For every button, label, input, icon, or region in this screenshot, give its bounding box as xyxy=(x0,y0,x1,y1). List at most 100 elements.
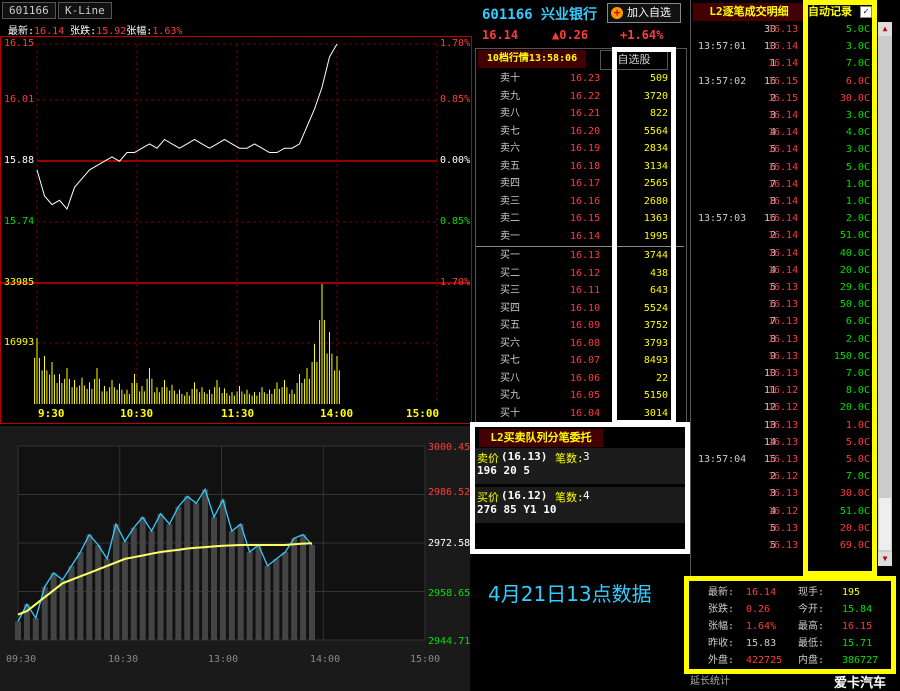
bid-price: 16.06 xyxy=(570,372,601,384)
ask-price: 16.23 xyxy=(570,73,601,84)
bid-price: 16.04 xyxy=(570,407,601,419)
tick-time: 13:57:03 xyxy=(698,213,747,225)
add-watchlist-button[interactable]: + 加入自选 xyxy=(607,3,681,23)
ask-price: 16.19 xyxy=(570,143,601,154)
tab-stock-code[interactable]: 601166 xyxy=(2,2,56,19)
tick-price: 16.15 xyxy=(768,92,799,104)
ask-level: 卖二 xyxy=(500,213,520,224)
bid-price: 16.12 xyxy=(570,267,601,279)
volume-axis-label: 33985 xyxy=(4,277,35,288)
ask-price: 16.22 xyxy=(570,90,601,102)
ask-level: 卖一 xyxy=(500,230,520,242)
tick-price: 16.13 xyxy=(768,522,799,534)
tick-price: 16.13 xyxy=(768,368,799,379)
summary-label: 内盘: xyxy=(798,655,825,666)
bid-price: 16.08 xyxy=(570,337,601,349)
scroll-down-icon[interactable]: ▼ xyxy=(878,552,892,566)
tick-price: 16.15 xyxy=(768,75,799,87)
buy-queue-row: 买价 (16.12) 笔数: 4 276 85 Y1 10 xyxy=(475,487,685,523)
ask-level: 卖八 xyxy=(500,108,520,119)
ask-level: 卖六 xyxy=(500,143,520,154)
bid-level: 买五 xyxy=(500,320,520,331)
scroll-thumb[interactable] xyxy=(879,498,891,550)
ask-level: 卖五 xyxy=(500,160,520,172)
ask-level: 卖七 xyxy=(500,125,520,137)
bid-price: 16.10 xyxy=(570,302,601,314)
summary-value: 0.26 xyxy=(746,604,771,615)
bid-level: 买八 xyxy=(500,372,520,384)
data-caption: 4月21日13点数据 xyxy=(488,582,652,606)
summary-value: 15.84 xyxy=(842,604,873,615)
bid-level: 买六 xyxy=(500,337,520,349)
bid-level: 买三 xyxy=(500,285,520,296)
tab-ten-level-quote[interactable]: 10档行情13:58:06 xyxy=(478,50,586,68)
volume-pct-label: 1.70% xyxy=(440,277,471,288)
bid-level: 买四 xyxy=(500,302,520,314)
ask-price: 16.16 xyxy=(570,195,601,207)
summary-row: 张跌: 0.26 今开: 15.84 xyxy=(694,601,890,618)
time-axis-label: 10:30 xyxy=(120,407,154,420)
tick-price: 16.14 xyxy=(768,213,799,225)
tick-time: 13:57:04 xyxy=(698,454,747,465)
summary-row: 外盘: 422725 内盘: 386727 xyxy=(694,652,890,669)
ask-price: 16.17 xyxy=(570,178,601,189)
tick-price: 16.13 xyxy=(768,540,799,551)
summary-value: 422725 xyxy=(746,655,783,666)
tick-price: 16.13 xyxy=(768,333,799,345)
queue-title: L2买卖队列分笔委托 xyxy=(479,429,603,447)
intraday-chart[interactable] xyxy=(0,36,470,422)
tick-time: 13:57:02 xyxy=(698,75,747,87)
tick-price: 16.14 xyxy=(768,110,799,121)
tick-price: 16.13 xyxy=(768,24,799,35)
time-axis-label: 9:30 xyxy=(38,407,65,420)
tick-price: 16.14 xyxy=(768,178,799,190)
volume-axis-label: 16993 xyxy=(4,337,35,348)
volume-highlight-box xyxy=(612,47,676,425)
tick-volume-highlight-box xyxy=(803,0,877,576)
summary-label: 张幅: xyxy=(708,621,735,632)
tick-price: 16.12 xyxy=(768,471,799,483)
tick-price: 16.14 xyxy=(768,161,799,173)
ask-level: 卖十 xyxy=(500,73,520,84)
ask-level: 卖九 xyxy=(500,90,520,102)
summary-label: 现手: xyxy=(798,587,825,598)
tick-price: 16.13 xyxy=(768,488,799,500)
tick-price: 16.12 xyxy=(768,402,799,414)
summary-row: 最新: 16.14 现手: 195 xyxy=(694,584,890,601)
ask-level: 卖三 xyxy=(500,195,520,207)
scroll-up-icon[interactable]: ▲ xyxy=(878,22,892,36)
summary-label: 今开: xyxy=(798,604,825,615)
ask-price: 16.14 xyxy=(570,230,601,242)
bid-price: 16.05 xyxy=(570,390,601,401)
summary-row: 昨收: 15.83 最低: 15.71 xyxy=(694,635,890,652)
time-axis-label: 15:00 xyxy=(406,407,440,420)
tick-price: 16.13 xyxy=(768,316,799,328)
bid-level: 买十 xyxy=(500,407,520,419)
stock-price: 16.14 xyxy=(482,28,519,42)
tick-price: 16.12 xyxy=(768,505,799,517)
watermark: 爱卡汽车 xyxy=(834,676,887,691)
ask-price: 16.21 xyxy=(570,108,601,119)
bid-price: 16.09 xyxy=(570,320,601,331)
tick-price: 16.12 xyxy=(768,385,799,397)
stock-change-pct: +1.64% xyxy=(620,28,664,42)
index-axis-label: 2972.58 xyxy=(428,538,471,549)
pct-axis-label: 0.85% xyxy=(440,94,471,105)
order-queue-panel: L2买卖队列分笔委托 卖价 (16.13) 笔数: 3 196 20 5 买价 … xyxy=(475,427,685,549)
index-time-label: 15:00 xyxy=(410,654,441,665)
index-axis-label: 3000.45 xyxy=(428,442,471,453)
price-axis-label: 16.01 xyxy=(4,94,35,105)
price-summary-bar: 最新:16.14 张跌:15.92张幅:1.63% xyxy=(8,26,183,37)
index-chart[interactable] xyxy=(0,426,470,691)
price-axis-label: 15.74 xyxy=(4,216,35,227)
footer-stats-label: 延长统计 xyxy=(690,676,730,687)
summary-label: 最新: xyxy=(708,587,735,598)
summary-value: 386727 xyxy=(842,655,879,666)
tick-price: 16.14 xyxy=(768,58,799,70)
bid-price: 16.11 xyxy=(570,285,601,296)
tick-scrollbar[interactable]: ▲ ▼ xyxy=(878,22,892,566)
tick-price: 16.14 xyxy=(768,264,799,276)
tab-kline[interactable]: K-Line xyxy=(58,2,112,19)
bid-level: 买七 xyxy=(500,355,520,366)
pct-axis-label: 0.00% xyxy=(440,155,471,166)
